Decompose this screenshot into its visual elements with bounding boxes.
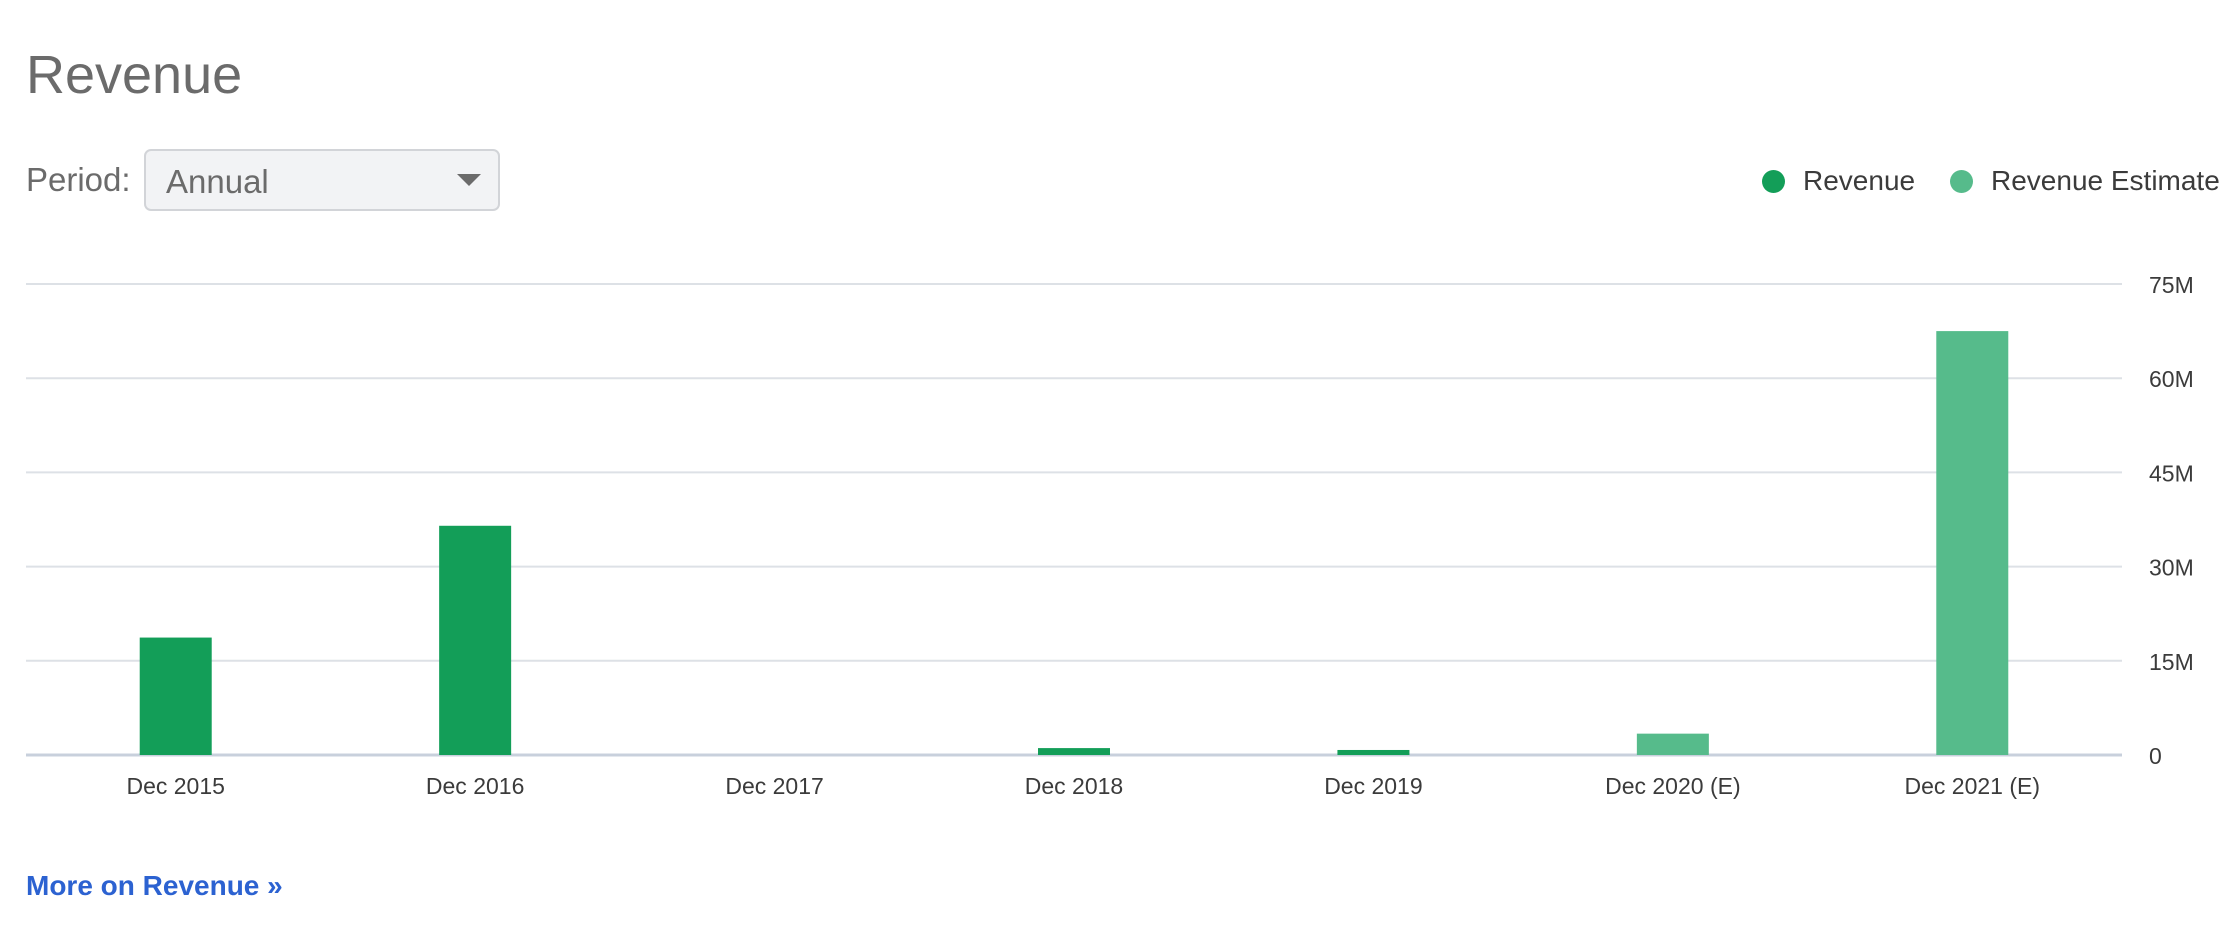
y-tick-label: 45M [2149,460,2194,486]
legend-label: Revenue [1803,165,1916,196]
x-tick-label: Dec 2018 [1025,773,1123,799]
y-tick-label: 30M [2149,555,2194,581]
chevron-down-icon [457,174,481,186]
x-tick-label: Dec 2015 [126,773,224,799]
period-select-value: Annual [166,163,269,200]
x-tick-label: Dec 2016 [426,773,524,799]
legend-label: Revenue Estimate [1991,165,2220,196]
x-tick-label: Dec 2021 (E) [1905,773,2041,799]
legend-dot-icon [1950,169,1973,193]
y-tick-label: 15M [2149,649,2194,675]
period-label: Period: [26,161,131,198]
bar [1337,749,1410,755]
bar [1636,733,1709,755]
revenue-bar-chart: 0 15M 30M 45M 60M 75M Dec 2015 Dec 2016 Dec 2017… [26,272,2194,799]
bar [1038,748,1110,755]
legend-dot-icon [1762,169,1785,193]
revenue-panel: Revenue Period: Annual Revenue Revenue E… [0,0,2232,928]
bar [139,637,212,755]
y-tick-label: 0 [2149,743,2162,769]
bar [1936,331,2009,755]
y-tick-label: 75M [2149,272,2194,298]
period-select[interactable]: Annual [144,149,500,211]
y-tick-label: 60M [2149,366,2194,392]
page-title: Revenue [26,45,243,105]
x-tick-label: Dec 2019 [1324,773,1422,799]
legend-item-revenue[interactable]: Revenue [1762,163,1915,199]
bar [439,525,512,755]
more-on-revenue-link[interactable]: More on Revenue » [26,870,283,902]
x-tick-label: Dec 2017 [725,773,823,799]
legend-item-revenue-estimate[interactable]: Revenue Estimate [1950,163,2220,199]
x-tick-label: Dec 2020 (E) [1605,773,1741,799]
